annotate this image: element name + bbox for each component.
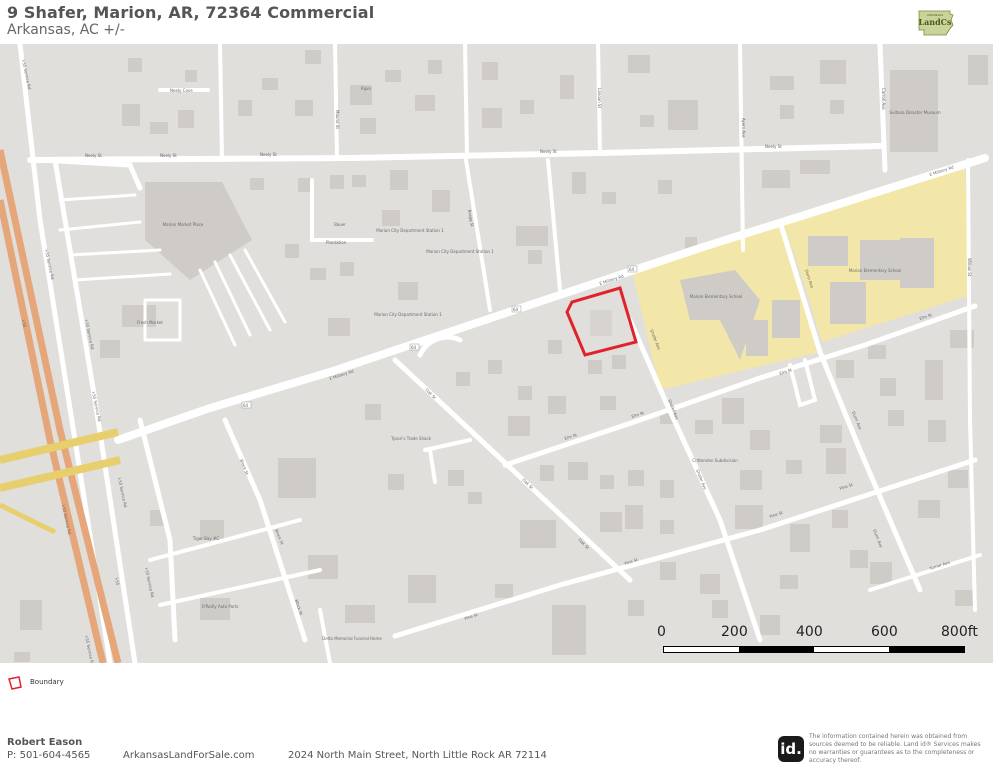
page-subtitle: Arkansas, AC +/- (7, 22, 125, 38)
route-shield-64-3: 64 (513, 307, 519, 312)
street-label-i55: I-55 (21, 319, 28, 328)
subject-building (590, 310, 612, 336)
agent-phone[interactable]: P: 501-604-4565 (7, 750, 90, 761)
poi-bauer: Bauer (334, 222, 346, 227)
route-shield-64-2: 64 (411, 345, 417, 350)
poi-marion-dept-3: Marion City Department Station 1 (374, 312, 442, 317)
street-label-i55-service-6: I-55 Service Rd (144, 567, 155, 598)
logo-text: LandCs (918, 17, 952, 27)
scale-bar (663, 646, 965, 653)
scale-label-200: 200 (721, 624, 748, 640)
street-label-pine-3: Pine St (769, 510, 784, 519)
map-canvas: E Military Rd E Military Rd E Military R… (0, 44, 989, 663)
poi-ripin: Ripin (361, 86, 372, 91)
poi-marion-dept-1: Marion City Department Station 1 (376, 228, 444, 233)
poi-tiger-bay: Tiger Bay #C (192, 536, 220, 541)
poi-funeral-home: Delta Memorial Funeral Home (322, 636, 382, 641)
street-label-plantation: Plantation (326, 240, 347, 245)
map-view[interactable]: E Military Rd E Military Rd E Military R… (0, 44, 993, 663)
street-label-neely-5: Neely St (765, 144, 782, 149)
street-label-shafer-3: Shafer Ave (695, 469, 708, 491)
disclaimer-text: The information contained herein was obt… (809, 733, 981, 764)
boundary-polygon-icon (7, 675, 23, 690)
buildings (14, 50, 988, 662)
street-label-neely-2: Neely St (160, 153, 177, 158)
scale-label-600: 600 (871, 624, 898, 640)
scale-label-800ft: 800ft (941, 624, 978, 640)
street-label-pine-4: Pine St (839, 482, 854, 491)
scale-bar-container: 0 200 400 600 800ft (651, 624, 989, 662)
poi-tyson-trade-shack: Tyson's Trade Shack (390, 436, 432, 441)
agent-name: Robert Eason (7, 737, 83, 748)
street-label-lanoan: Lanoan St (597, 88, 602, 108)
route-shield-64-4: 64 (629, 267, 635, 272)
legend-label: Boundary (30, 678, 64, 686)
land-id-logo: id. (778, 736, 804, 762)
route-shield-64-1: 64 (243, 403, 249, 408)
street-label-neely-1: Neely St (85, 153, 102, 158)
street-label-i55-2: I-55 (114, 577, 121, 586)
street-label-i55-service-5: I-55 Service Rd (117, 477, 128, 508)
roads (17, 44, 989, 663)
poi-marion-elementary-1: Marion Elementary School (690, 294, 743, 299)
poi-crittenden-subdivision: Crittenden Subdivision (692, 458, 738, 463)
poi-sultana-museum: Sultana Disaster Museum (889, 110, 940, 115)
agent-website-link[interactable]: ArkansasLandForSale.com (123, 750, 255, 761)
street-label-neely-4: Neely St (540, 149, 557, 154)
agent-address: 2024 North Main Street, North Little Roc… (288, 750, 547, 761)
street-label-dunn-3: Dunn Ave (872, 529, 884, 549)
street-label-carroll: Carroll Ave (881, 88, 886, 110)
street-label-neely-cove: Neely Cove (170, 88, 193, 93)
street-label-i55-service-7: I-55 Service Rd (84, 635, 95, 663)
street-label-willow: Willow St (967, 258, 972, 277)
street-label-neely-3: Neely St (260, 152, 277, 157)
arkansas-landcs-logo: ARKANSAS LandCs (916, 8, 956, 38)
poi-fresh-market: Fresh Market (137, 320, 163, 325)
street-label-i55-service-4: I-55 Service Rd (91, 391, 102, 422)
street-label-ayers: Ayers Ave (741, 118, 746, 138)
street-label-mound: Mound St (335, 110, 340, 129)
scale-label-400: 400 (796, 624, 823, 640)
poi-marion-market-place: Marion Market Place (163, 222, 204, 227)
poi-marion-dept-2: Marion City Department Station 1 (426, 249, 494, 254)
poi-marion-elementary-2: Marion Elementary School (849, 268, 902, 273)
poi-oreilly: O'Reilly Auto Parts (202, 604, 239, 609)
page-title: 9 Shafer, Marion, AR, 72364 Commercial (7, 3, 375, 22)
scale-label-0: 0 (657, 624, 666, 640)
